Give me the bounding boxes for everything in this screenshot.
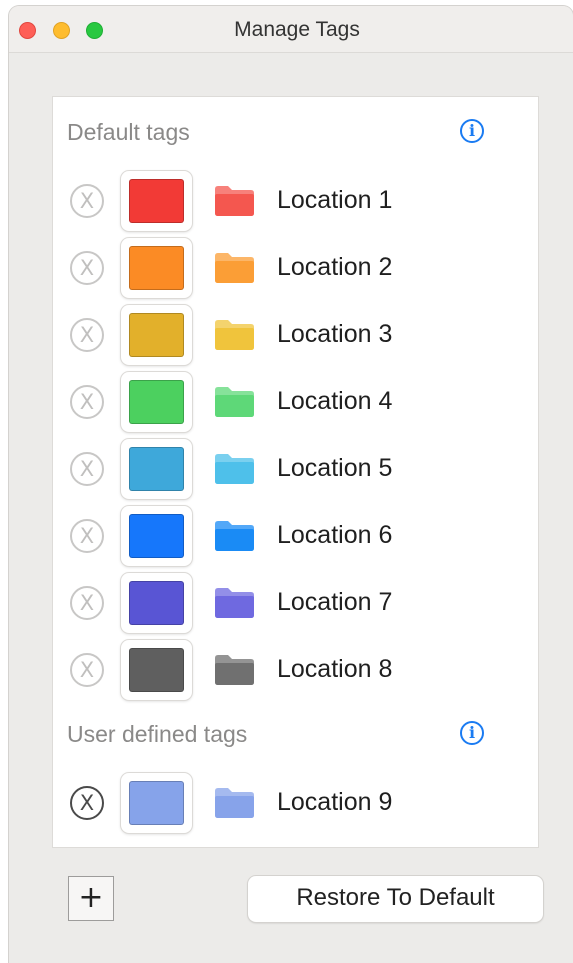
title-bar: Manage Tags	[9, 6, 573, 53]
tag-label: Location 5	[277, 454, 393, 482]
color-swatch	[129, 581, 184, 625]
tag-label: Location 1	[277, 186, 393, 214]
restore-to-default-button[interactable]: Restore To Default	[248, 876, 543, 922]
remove-tag-icon[interactable]: X	[70, 452, 104, 486]
color-swatch	[129, 447, 184, 491]
remove-tag-icon[interactable]: X	[70, 385, 104, 419]
remove-tag-icon[interactable]: X	[70, 184, 104, 218]
add-tag-button[interactable]: +	[68, 876, 114, 921]
tag-row: X Location 3	[53, 305, 538, 365]
tag-row: X Location 6	[53, 506, 538, 566]
remove-tag-icon[interactable]: X	[70, 786, 104, 820]
user-tags-info-icon[interactable]: i	[460, 721, 484, 745]
color-swatch	[129, 246, 184, 290]
folder-icon	[213, 252, 255, 284]
window-title: Manage Tags	[234, 18, 360, 41]
tag-label: Location 6	[277, 521, 393, 549]
folder-icon	[213, 787, 255, 819]
remove-tag-icon[interactable]: X	[70, 318, 104, 352]
tags-list-panel: Default tags i X Location 1 X Location 2 X Lo…	[52, 96, 539, 848]
color-swatch	[129, 648, 184, 692]
color-well-button[interactable]	[121, 238, 192, 298]
tag-row: X Location 7	[53, 573, 538, 633]
manage-tags-window: Manage Tags Default tags i X Location 1 X L…	[9, 6, 573, 963]
folder-icon	[213, 386, 255, 418]
color-swatch	[129, 380, 184, 424]
tag-label: Location 4	[277, 387, 393, 415]
folder-icon	[213, 587, 255, 619]
color-well-button[interactable]	[121, 171, 192, 231]
tag-label: Location 7	[277, 588, 393, 616]
folder-icon	[213, 185, 255, 217]
default-tags-info-icon[interactable]: i	[460, 119, 484, 143]
tag-label: Location 2	[277, 253, 393, 281]
default-tags-header: Default tags	[67, 119, 190, 145]
folder-icon	[213, 319, 255, 351]
tag-row: X Location 1	[53, 171, 538, 231]
color-well-button[interactable]	[121, 506, 192, 566]
color-well-button[interactable]	[121, 305, 192, 365]
tag-label: Location 3	[277, 320, 393, 348]
color-swatch	[129, 179, 184, 223]
tag-row: X Location 9	[53, 773, 538, 833]
color-swatch	[129, 313, 184, 357]
tag-row: X Location 8	[53, 640, 538, 700]
remove-tag-icon[interactable]: X	[70, 586, 104, 620]
color-well-button[interactable]	[121, 573, 192, 633]
tag-row: X Location 4	[53, 372, 538, 432]
tag-label: Location 8	[277, 655, 393, 683]
tag-label: Location 9	[277, 788, 393, 816]
tag-row: X Location 2	[53, 238, 538, 298]
color-well-button[interactable]	[121, 439, 192, 499]
folder-icon	[213, 520, 255, 552]
remove-tag-icon[interactable]: X	[70, 519, 104, 553]
remove-tag-icon[interactable]: X	[70, 653, 104, 687]
folder-icon	[213, 453, 255, 485]
color-well-button[interactable]	[121, 640, 192, 700]
folder-icon	[213, 654, 255, 686]
user-tags-header: User defined tags	[67, 721, 248, 747]
color-swatch	[129, 781, 184, 825]
color-well-button[interactable]	[121, 773, 192, 833]
remove-tag-icon[interactable]: X	[70, 251, 104, 285]
tag-row: X Location 5	[53, 439, 538, 499]
color-swatch	[129, 514, 184, 558]
color-well-button[interactable]	[121, 372, 192, 432]
